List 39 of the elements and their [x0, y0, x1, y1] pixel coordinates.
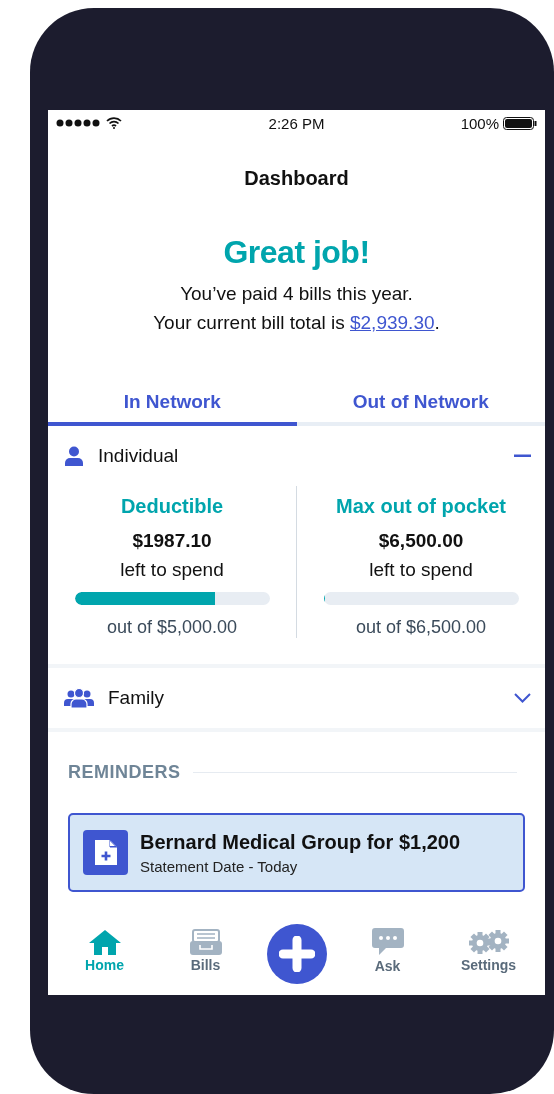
bill-total-text: Your current bill total is $2,939.30.: [153, 311, 440, 335]
section-label: Individual: [98, 445, 180, 467]
bill-icon: [83, 830, 128, 875]
wifi-icon: [106, 117, 122, 129]
message-text: You’ve paid 4 bills this year.: [180, 282, 413, 306]
section-heading: REMINDERS: [68, 762, 181, 783]
home-icon: [87, 929, 122, 955]
chat-icon: [371, 928, 404, 956]
meter-caption: left to spend: [120, 559, 224, 581]
amount-left: $1987.10: [132, 530, 212, 552]
meter-title: Deductible: [120, 495, 224, 518]
meter-total: out of $6,500.00: [355, 617, 487, 638]
page-title: Dashboard: [244, 167, 349, 190]
clock-time: 2:26 PM: [268, 114, 325, 132]
nav-tab[interactable]: Settings: [448, 929, 529, 973]
battery-level: 100%: [460, 114, 499, 132]
meter-total: out of $5,000.00: [106, 617, 238, 638]
meter-caption: left to spend: [369, 559, 473, 581]
headline: Great job!: [223, 234, 370, 271]
bill-total-link[interactable]: $2,939.30: [350, 312, 435, 333]
tray-icon: [189, 929, 222, 955]
battery-icon: [503, 116, 537, 130]
network-tab[interactable]: In Network: [48, 379, 297, 426]
nav-tab[interactable]: Ask: [347, 928, 428, 974]
signal-icon: [56, 119, 102, 127]
nav-tab[interactable]: Bills: [165, 929, 246, 973]
reminder-date: Statement Date - Today: [140, 857, 299, 875]
amount-left: $6,500.00: [378, 530, 464, 552]
reminder-card[interactable]: Bernard Medical Group for $1,200 Statement Date - Today: [68, 813, 525, 892]
network-tab[interactable]: Out of Network: [296, 379, 545, 426]
person-icon: [64, 446, 84, 466]
plus-icon: [278, 936, 315, 972]
expand-button[interactable]: [514, 693, 531, 703]
section-label: Family: [108, 687, 165, 709]
reminder-title: Bernard Medical Group for $1,200: [140, 830, 461, 854]
gears-icon: [468, 929, 509, 955]
collapse-button[interactable]: [514, 454, 531, 458]
people-icon: [64, 688, 94, 708]
meter-title: Max out of pocket: [336, 495, 506, 518]
